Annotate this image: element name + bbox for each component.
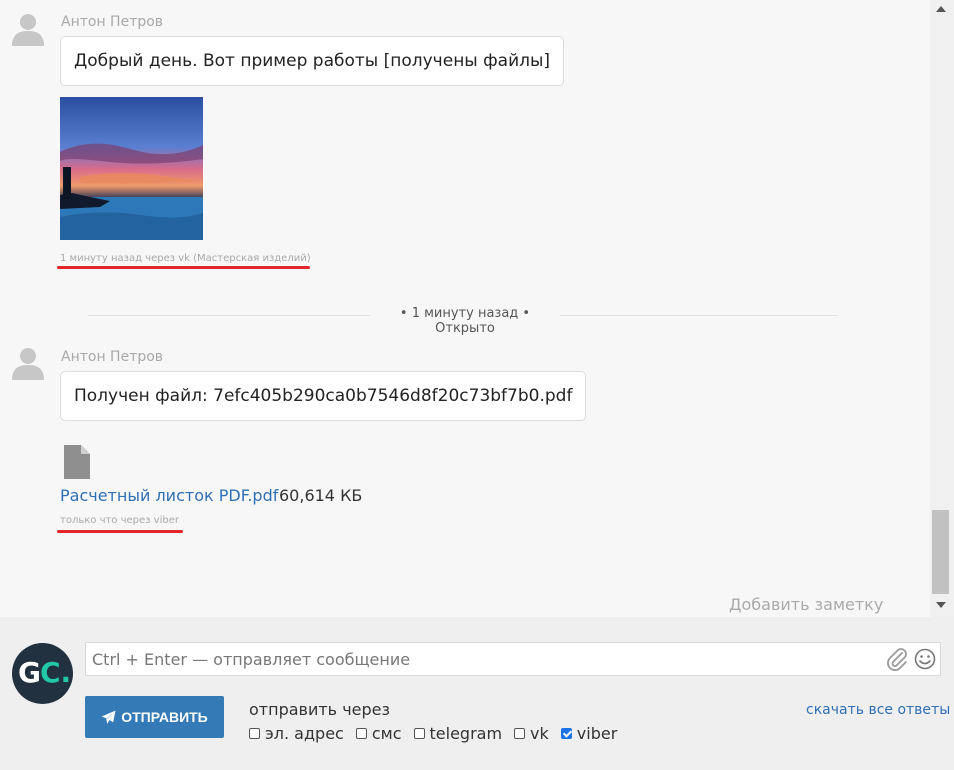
channel-sms-label: смс [371, 724, 402, 743]
channel-email-checkbox[interactable] [249, 728, 260, 739]
message-bubble: Добрый день. Вот пример работы [получены… [60, 36, 565, 86]
composer: G C. ОТПРАВИТЬ отправить через эл. адрес… [0, 617, 954, 770]
message-input-box [85, 642, 941, 676]
scrollbar[interactable] [930, 0, 954, 617]
channel-sms-checkbox[interactable] [355, 728, 367, 739]
chat-history: Антон Петров Добрый день. Вот пример раб… [0, 0, 930, 617]
divider-status: • 1 минуту назад • Открыто [370, 306, 560, 336]
message-meta: только что через viber [60, 515, 179, 526]
smile-icon[interactable] [914, 648, 936, 670]
user-avatar-icon [12, 348, 44, 380]
scrollbar-thumb[interactable] [932, 510, 949, 594]
channel-viber[interactable]: viber [560, 724, 618, 743]
download-all-link[interactable]: скачать все ответы [806, 702, 950, 718]
message-bubble: Получен файл: 7efc405b290ca0b7546d8f20c7… [60, 371, 587, 421]
scroll-up-icon[interactable] [936, 6, 946, 12]
logo-letter: G [18, 656, 41, 689]
channel-sms[interactable]: смс [355, 724, 402, 743]
channel-vk-checkbox[interactable] [514, 728, 526, 739]
channel-telegram-label: telegram [429, 724, 503, 743]
channel-vk-label: vk [530, 724, 549, 743]
message-meta: 1 минуту назад через vk (Мастерская изде… [60, 253, 311, 264]
paperclip-icon[interactable] [886, 647, 908, 671]
scroll-down-icon[interactable] [936, 602, 946, 608]
file-download-link[interactable]: Расчетный листок PDF.pdf [60, 486, 278, 505]
highlight-underline [57, 266, 310, 269]
attached-image[interactable] [60, 97, 203, 240]
add-note-link[interactable]: Добавить заметку [729, 595, 883, 614]
channel-options: эл. адрес смс telegram vk viber [249, 724, 629, 743]
channel-telegram-checkbox[interactable] [413, 728, 425, 739]
highlight-underline [57, 530, 183, 533]
channel-viber-label: viber [576, 724, 618, 743]
message-input[interactable] [86, 643, 878, 675]
file-icon[interactable] [64, 445, 90, 479]
paper-plane-icon [101, 709, 116, 724]
company-logo: G C. [12, 643, 73, 704]
send-button-label: ОТПРАВИТЬ [121, 709, 208, 725]
channel-telegram[interactable]: telegram [413, 724, 503, 743]
message-author: Антон Петров [61, 349, 164, 365]
channel-viber-checkbox[interactable] [560, 728, 572, 739]
channel-vk[interactable]: vk [514, 724, 549, 743]
logo-letter-accent: C. [40, 656, 72, 689]
message-author: Антон Петров [61, 14, 164, 30]
channel-email-label: эл. адрес [265, 724, 344, 743]
user-avatar-icon [12, 14, 44, 46]
channel-email[interactable]: эл. адрес [249, 724, 344, 743]
send-button[interactable]: ОТПРАВИТЬ [85, 696, 224, 738]
send-via-label: отправить через [249, 700, 390, 719]
file-size: 60,614 КБ [279, 486, 363, 505]
